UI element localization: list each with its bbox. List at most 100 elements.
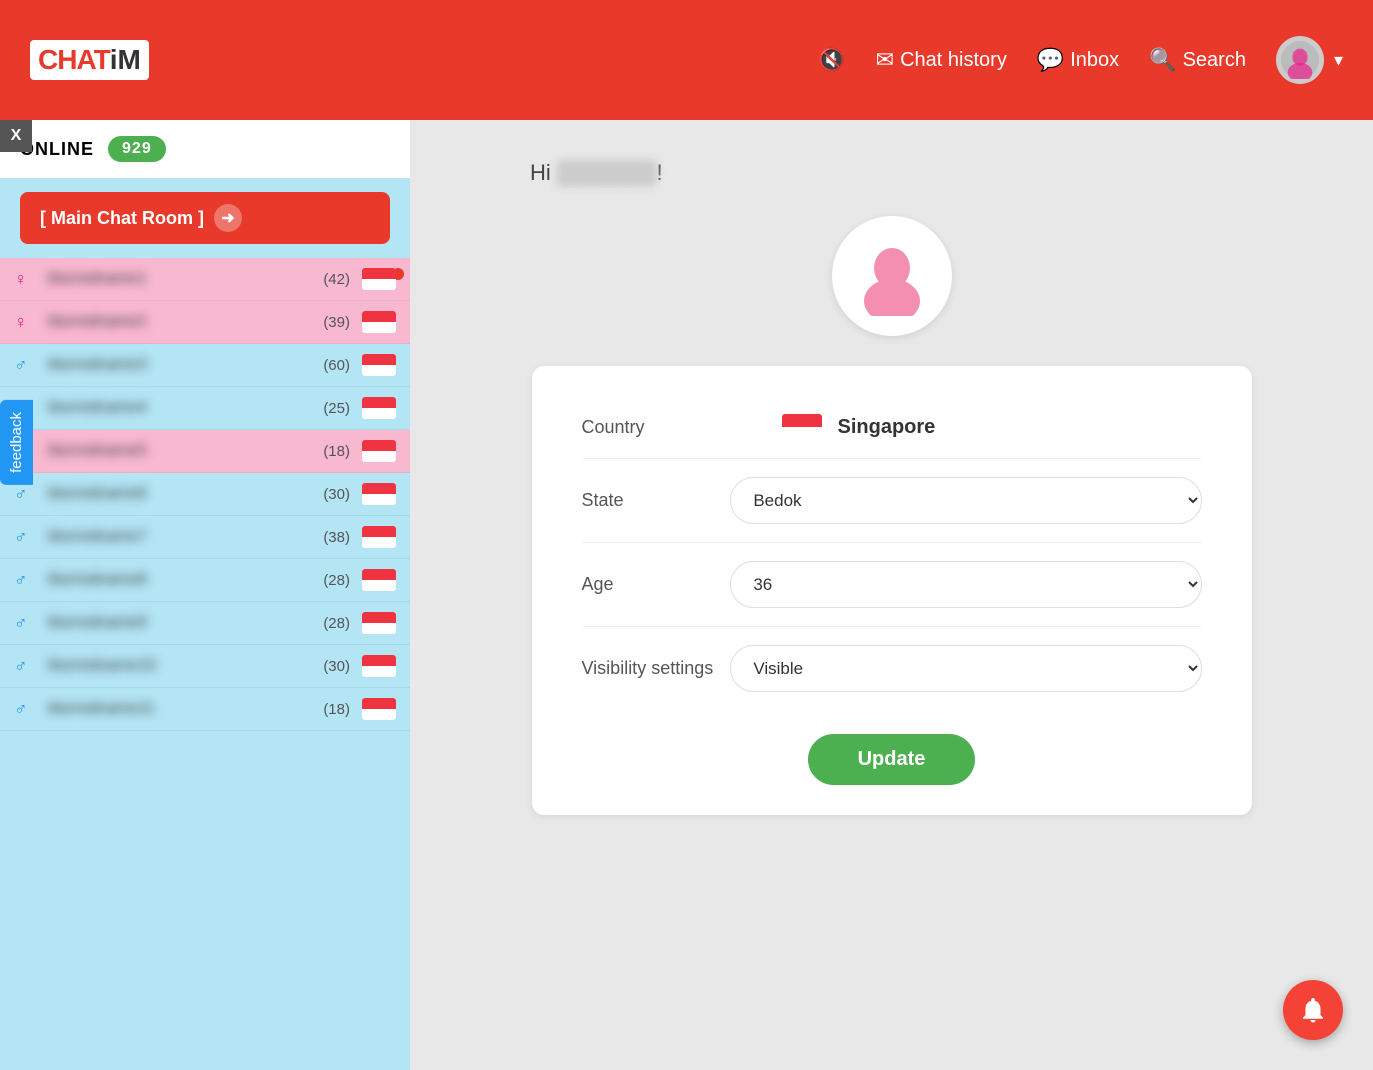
user-name: blurredname3 xyxy=(48,356,323,374)
main-layout: X feedback ONLINE 929 [ Main Chat Room ]… xyxy=(0,120,1373,1070)
chevron-down-icon: ▾ xyxy=(1334,50,1343,71)
user-avatar-menu[interactable]: ▾ xyxy=(1276,36,1343,84)
male-icon: ♂ xyxy=(14,699,28,720)
country-label: Country xyxy=(582,417,782,438)
flag-icon xyxy=(362,526,396,548)
flag-icon xyxy=(362,354,396,376)
user-age: (25) xyxy=(323,400,350,417)
user-name: blurredname8 xyxy=(48,571,323,589)
avatar-icon xyxy=(1281,41,1319,79)
user-age: (42) xyxy=(323,271,350,288)
male-icon: ♂ xyxy=(14,484,28,505)
main-chat-arrow-icon: ➜ xyxy=(214,204,242,232)
flag-icon xyxy=(362,483,396,505)
profile-avatar xyxy=(832,216,952,336)
inbox-label: Inbox xyxy=(1070,49,1119,72)
search-label: Search xyxy=(1183,49,1246,72)
logo-box: CHATiM xyxy=(30,40,149,80)
inbox-icon: 💬 xyxy=(1037,47,1064,73)
flag-icon xyxy=(362,698,396,720)
user-age: (18) xyxy=(323,443,350,460)
visibility-label: Visibility settings xyxy=(582,658,731,679)
greeting: Hi ██████ ! xyxy=(530,160,663,186)
user-age: (28) xyxy=(323,615,350,632)
user-name: blurredname2 xyxy=(48,313,323,331)
country-row: Country Singapore xyxy=(582,396,1202,459)
list-item[interactable]: ♂ blurredname9(28) xyxy=(0,602,410,645)
state-row: State BedokAng Mo KioBishanBukit BatokCl… xyxy=(582,459,1202,543)
chat-history-label: Chat history xyxy=(900,49,1007,72)
close-button[interactable]: X xyxy=(0,120,32,152)
main-chat-button[interactable]: [ Main Chat Room ] ➜ xyxy=(20,192,390,244)
online-badge: 929 xyxy=(108,136,166,162)
chat-history-icon: ✉ xyxy=(876,47,894,73)
user-age: (60) xyxy=(323,357,350,374)
feedback-tab[interactable]: feedback xyxy=(0,400,33,485)
flag-icon xyxy=(362,311,396,333)
user-name: blurredname1 xyxy=(48,270,323,288)
logo: CHATiM xyxy=(30,40,149,80)
header: CHATiM 🔇 ✉ Chat history 💬 Inbox 🔍 Search xyxy=(0,0,1373,120)
male-icon: ♂ xyxy=(14,527,28,548)
mute-icon[interactable]: 🔇 xyxy=(818,47,845,73)
list-item[interactable]: ♂blurredname4(25) xyxy=(0,387,410,430)
flag-icon xyxy=(362,569,396,591)
flag-icon xyxy=(362,612,396,634)
greeting-prefix: Hi xyxy=(530,160,551,185)
user-age: (38) xyxy=(323,529,350,546)
avatar xyxy=(1276,36,1324,84)
notification-bell[interactable] xyxy=(1283,980,1343,1040)
bell-icon xyxy=(1298,995,1328,1025)
list-item[interactable]: ♂blurredname6(30) xyxy=(0,473,410,516)
female-icon: ♀ xyxy=(14,312,28,333)
logo-chat-text: CHAT xyxy=(38,44,110,75)
list-item[interactable]: ♂ blurredname11(18) xyxy=(0,688,410,731)
user-list: ♀blurredname1(42)♀blurredname2(39)♂blurr… xyxy=(0,258,410,731)
age-row: Age 181920212223242526272829303132333435… xyxy=(582,543,1202,627)
list-item[interactable]: ♀blurredname5(18) xyxy=(0,430,410,473)
user-age: (30) xyxy=(323,658,350,675)
flag-icon xyxy=(362,440,396,462)
user-name: blurredname7 xyxy=(48,528,323,546)
logo-im-text: iM xyxy=(110,44,141,75)
update-button[interactable]: Update xyxy=(808,734,976,785)
female-icon: ♀ xyxy=(14,269,28,290)
search-link[interactable]: 🔍 Search xyxy=(1149,47,1246,73)
header-nav: 🔇 ✉ Chat history 💬 Inbox 🔍 Search ▾ xyxy=(818,36,1343,84)
user-age: (28) xyxy=(323,572,350,589)
state-label: State xyxy=(582,490,731,511)
list-item[interactable]: ♂blurredname8(28) xyxy=(0,559,410,602)
profile-avatar-icon xyxy=(852,236,932,316)
list-item[interactable]: ♀ blurredname1(42) xyxy=(0,258,410,301)
profile-card: Country Singapore State BedokAng Mo KioB… xyxy=(532,366,1252,815)
visibility-row: Visibility settings VisibleInvisible xyxy=(582,627,1202,710)
user-name: blurredname10 xyxy=(48,657,323,675)
user-name: blurredname11 xyxy=(48,700,323,718)
list-item[interactable]: ♂ blurredname3(60) xyxy=(0,344,410,387)
list-item[interactable]: ♀ blurredname2(39) xyxy=(0,301,410,344)
main-chat-label: [ Main Chat Room ] xyxy=(40,208,204,229)
user-name: blurredname9 xyxy=(48,614,323,632)
state-select[interactable]: BedokAng Mo KioBishanBukit BatokClementi… xyxy=(730,477,1201,524)
male-icon: ♂ xyxy=(14,656,28,677)
content-area: Hi ██████ ! Country Singapore State Bedo… xyxy=(410,120,1373,1070)
user-age: (39) xyxy=(323,314,350,331)
visibility-select[interactable]: VisibleInvisible xyxy=(730,645,1201,692)
sidebar-header: ONLINE 929 xyxy=(0,120,410,178)
user-age: (18) xyxy=(323,701,350,718)
user-age: (30) xyxy=(323,486,350,503)
male-icon: ♂ xyxy=(14,355,28,376)
search-icon: 🔍 xyxy=(1149,47,1176,73)
list-item[interactable]: ♂ blurredname10(30) xyxy=(0,645,410,688)
chat-history-link[interactable]: ✉ Chat history xyxy=(876,47,1007,73)
male-icon: ♂ xyxy=(14,613,28,634)
user-name: blurredname4 xyxy=(48,399,323,417)
age-label: Age xyxy=(582,574,731,595)
flag-icon xyxy=(362,655,396,677)
flag-icon xyxy=(362,397,396,419)
country-value: Singapore xyxy=(838,416,1202,439)
age-select[interactable]: 1819202122232425262728293031323334353637… xyxy=(730,561,1201,608)
country-flag-icon xyxy=(782,414,822,440)
inbox-link[interactable]: 💬 Inbox xyxy=(1037,47,1119,73)
list-item[interactable]: ♂ blurredname7(38) xyxy=(0,516,410,559)
